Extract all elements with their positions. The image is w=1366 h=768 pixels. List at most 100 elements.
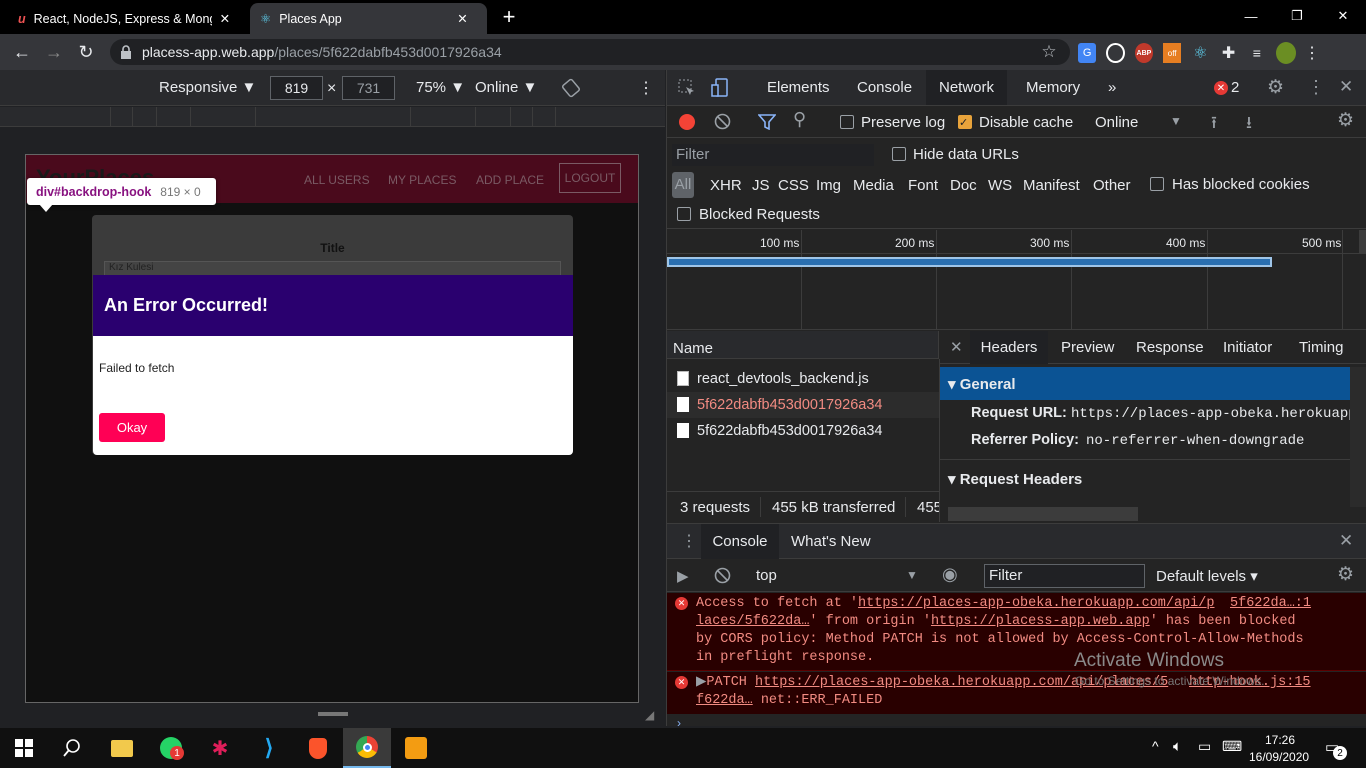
tab-timing[interactable]: Timing [1299, 339, 1343, 356]
type-filter-xhr[interactable]: XHR [710, 177, 742, 194]
viewport-width-input[interactable]: 819 [270, 76, 323, 100]
react-devtools-icon[interactable]: ⚛ [1191, 43, 1209, 63]
error-url-link-cont[interactable]: laces/5f622da… [696, 614, 809, 629]
import-har-icon[interactable]: ⭱ [1211, 110, 1217, 139]
device-more-icon[interactable]: ⋮ [638, 78, 654, 98]
type-filter-all[interactable]: All [672, 172, 694, 198]
more-tabs-button[interactable]: » [1095, 70, 1129, 105]
device-mode-select[interactable]: Responsive ▼ [159, 79, 256, 96]
slack-icon[interactable]: ✱ [196, 728, 244, 768]
type-filter-js[interactable]: JS [752, 177, 770, 194]
source-link[interactable]: 5f622da…:1 [1230, 595, 1311, 613]
translate-icon[interactable]: G [1078, 43, 1097, 63]
sidebar-toggle-icon[interactable]: ▶ [677, 567, 689, 585]
context-select[interactable]: top [756, 567, 777, 584]
minimize-button[interactable]: — [1228, 0, 1274, 32]
eye-icon[interactable]: ◉ [942, 564, 958, 585]
levels-select[interactable]: Default levels ▾ [1156, 567, 1258, 585]
extension-circle-icon[interactable] [1106, 43, 1125, 63]
details-hscrollbar[interactable] [948, 507, 1138, 521]
clock-time[interactable]: 17:26 [1265, 733, 1295, 747]
tab-preview[interactable]: Preview [1061, 339, 1114, 356]
console-settings-icon[interactable]: ⚙ [1337, 563, 1354, 586]
type-filter-media[interactable]: Media [853, 177, 894, 194]
windows-start-icon[interactable] [15, 739, 33, 757]
address-bar[interactable]: placess-app.web.app/places/5f622dabfb453… [110, 39, 1070, 65]
type-filter-manifest[interactable]: Manifest [1023, 177, 1080, 194]
record-icon[interactable] [679, 114, 695, 130]
throttle-select[interactable]: Online [1095, 114, 1138, 131]
dark-reader-icon[interactable]: off [1163, 43, 1182, 63]
preserve-log-checkbox[interactable] [840, 115, 854, 129]
inspect-element-icon[interactable] [678, 79, 696, 97]
export-har-icon[interactable]: ⭳ [1246, 110, 1252, 139]
network-icon[interactable]: ▭ [1198, 738, 1211, 755]
clock-date[interactable]: 16/09/2020 [1249, 750, 1309, 764]
brave-icon[interactable] [294, 728, 342, 768]
console-filter-input[interactable]: Filter [984, 564, 1145, 588]
hide-data-urls-checkbox[interactable] [892, 147, 906, 161]
timeline-scrollbar[interactable] [1359, 230, 1366, 254]
request-row-failed[interactable]: 5f622dabfb453d0017926a34 [667, 392, 939, 418]
type-filter-ws[interactable]: WS [988, 177, 1012, 194]
has-blocked-cookies-checkbox[interactable] [1150, 177, 1164, 191]
clear-icon[interactable] [714, 113, 731, 130]
blocked-requests-checkbox[interactable] [677, 207, 691, 221]
reload-icon[interactable]: ↻ [74, 40, 98, 64]
request-row[interactable]: 5f622dabfb453d0017926a34 [667, 418, 939, 444]
close-details-icon[interactable]: ✕ [950, 338, 963, 356]
profile-avatar[interactable] [1275, 42, 1297, 64]
nav-my-places[interactable]: MY PLACES [388, 173, 456, 187]
settings-gear-icon[interactable]: ⚙ [1267, 76, 1284, 99]
pdf-app-icon[interactable] [392, 728, 440, 768]
forward-arrow-icon[interactable]: → [42, 40, 66, 64]
adblock-icon[interactable]: ABP [1134, 43, 1154, 63]
request-headers-section[interactable]: ▾ Request Headers [948, 470, 1082, 488]
close-devtools-icon[interactable]: ✕ [1339, 77, 1353, 97]
bookmark-star-icon[interactable]: ☆ [1038, 41, 1060, 63]
filter-funnel-icon[interactable] [758, 114, 776, 130]
new-tab-button[interactable]: + [496, 4, 522, 30]
network-throttle-select[interactable]: Online ▼ [475, 79, 537, 96]
type-filter-other[interactable]: Other [1093, 177, 1131, 194]
okay-button[interactable]: Okay [99, 413, 165, 442]
tab-headers[interactable]: Headers [970, 331, 1048, 364]
media-queue-icon[interactable]: ≡ [1248, 43, 1266, 63]
viewport-height-input[interactable]: 731 [342, 76, 395, 100]
close-tab-icon[interactable]: ✕ [220, 11, 230, 26]
request-row[interactable]: react_devtools_backend.js [667, 366, 939, 392]
nav-all-users[interactable]: ALL USERS [304, 173, 370, 187]
close-drawer-icon[interactable]: ✕ [1339, 531, 1353, 551]
rotate-icon[interactable] [561, 78, 581, 98]
devtools-menu-icon[interactable]: ⋮ [1307, 77, 1325, 98]
maximize-button[interactable]: ❐ [1274, 0, 1320, 32]
chevron-down-icon[interactable]: ▼ [906, 568, 918, 582]
network-filter-input[interactable]: Filter [672, 144, 874, 166]
drawer-menu-icon[interactable]: ⋮ [681, 531, 697, 551]
volume-icon[interactable]: 🔈︎ [1173, 738, 1182, 755]
tab-network[interactable]: Network [926, 70, 1008, 105]
corner-resize-icon[interactable]: ◢ [645, 708, 654, 722]
logout-button[interactable]: LOGOUT [559, 163, 621, 193]
resize-handle[interactable] [318, 712, 348, 716]
clear-console-icon[interactable] [714, 567, 731, 584]
close-window-button[interactable]: ✕ [1320, 0, 1366, 32]
chrome-menu-icon[interactable]: ⋮ [1304, 43, 1320, 63]
back-arrow-icon[interactable]: ← [10, 40, 34, 64]
general-section-header[interactable]: ▾ General [940, 367, 1350, 400]
error-count[interactable]: 2 [1231, 79, 1239, 96]
disable-cache-checkbox[interactable]: ✓ [958, 115, 972, 129]
browser-tab-places-app[interactable]: ⚛ Places App ✕ [250, 3, 487, 34]
device-toggle-icon[interactable] [711, 78, 729, 98]
tab-memory[interactable]: Memory [1013, 70, 1093, 105]
drawer-tab-whats-new[interactable]: What's New [791, 533, 871, 550]
tab-initiator[interactable]: Initiator [1223, 339, 1272, 356]
tab-elements[interactable]: Elements [754, 70, 843, 105]
file-explorer-icon[interactable] [98, 728, 146, 768]
tab-response[interactable]: Response [1136, 339, 1204, 356]
browser-tab-react-course[interactable]: u React, NodeJS, Express & Mongo ✕ [8, 3, 246, 34]
type-filter-font[interactable]: Font [908, 177, 938, 194]
extensions-puzzle-icon[interactable]: ✚ [1220, 43, 1238, 63]
type-filter-img[interactable]: Img [816, 177, 841, 194]
vscode-icon[interactable]: ⟩ [245, 728, 293, 768]
